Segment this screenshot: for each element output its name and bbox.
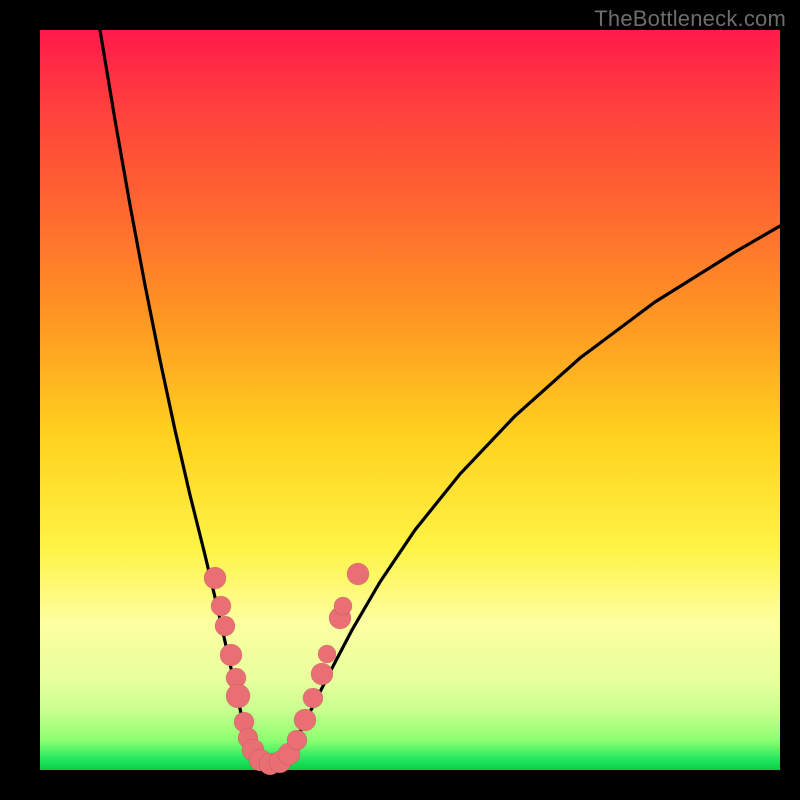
plot-area	[40, 30, 780, 770]
data-point-marker	[318, 645, 336, 663]
chart-container: TheBottleneck.com	[0, 0, 800, 800]
data-point-marker	[220, 644, 242, 666]
data-point-marker	[211, 596, 231, 616]
data-point-marker	[204, 567, 226, 589]
data-point-marker	[226, 684, 250, 708]
data-point-marker	[311, 663, 333, 685]
data-point-marker	[334, 597, 352, 615]
curve-svg	[40, 30, 780, 770]
data-point-marker	[347, 563, 369, 585]
bottleneck-curve	[100, 30, 780, 765]
data-point-marker	[303, 688, 323, 708]
data-point-marker	[215, 616, 235, 636]
data-point-marker	[294, 709, 316, 731]
marker-layer	[204, 563, 369, 775]
data-point-marker	[287, 730, 307, 750]
watermark-label: TheBottleneck.com	[594, 6, 786, 32]
